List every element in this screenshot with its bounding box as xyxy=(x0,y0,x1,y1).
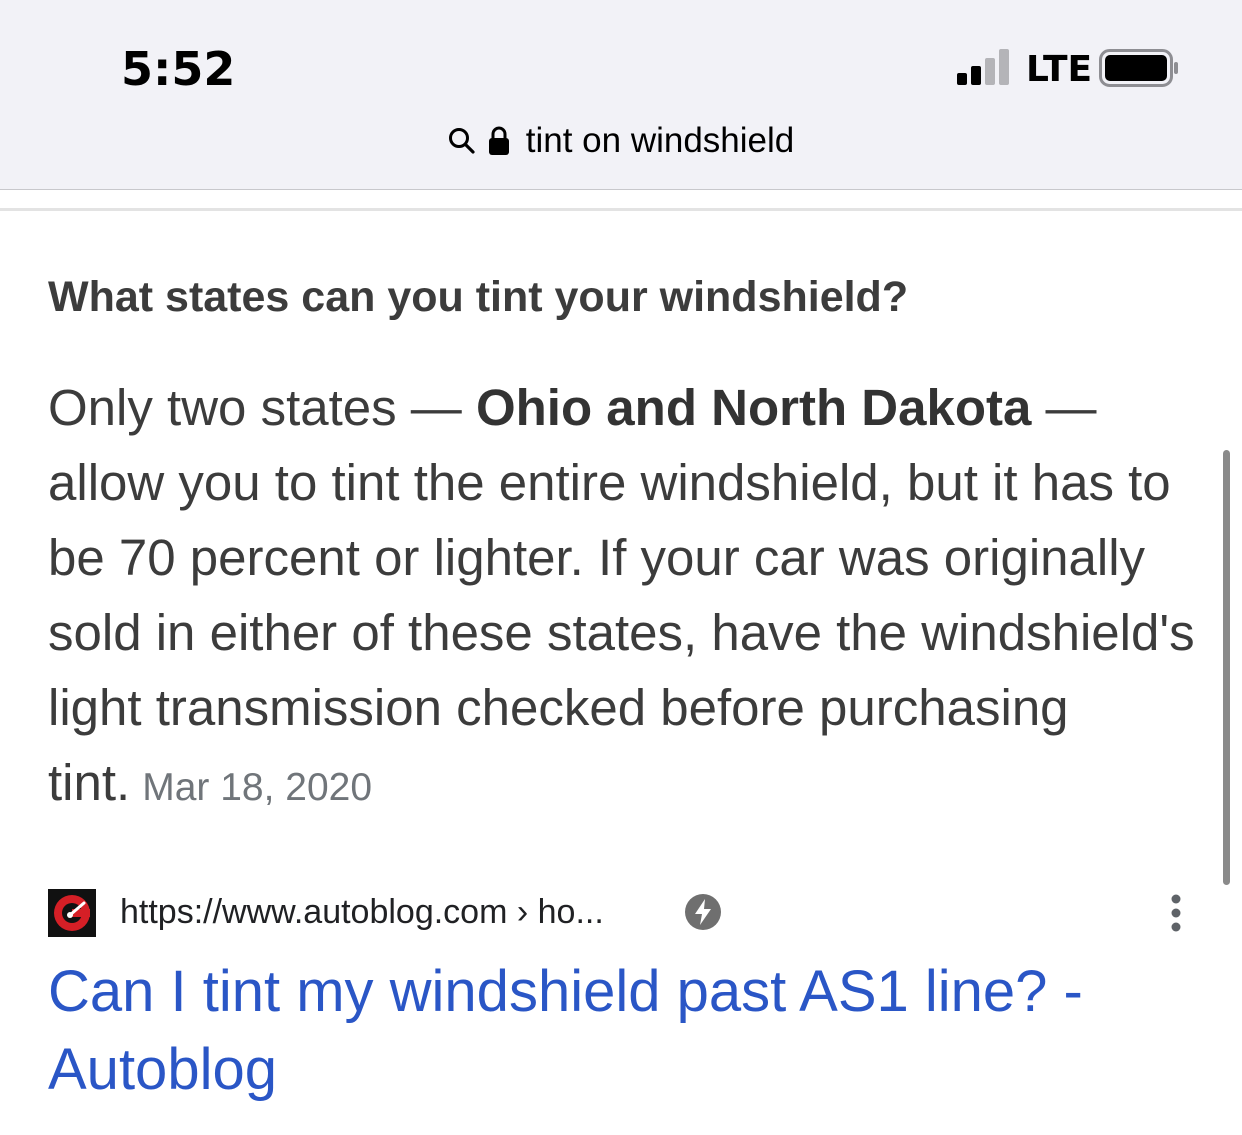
browser-top-bar: 5:52 LTE tint on windshield xyxy=(0,0,1242,190)
answer-suffix: — allow you to tint the entire windshiel… xyxy=(48,379,1195,811)
lock-icon xyxy=(488,126,509,155)
divider xyxy=(0,208,1242,211)
snippet-question: What states can you tint your windshield… xyxy=(48,273,909,321)
answer-prefix: Only two states — xyxy=(48,379,476,436)
result-source-url[interactable]: https://www.autoblog.com › ho... xyxy=(120,893,604,932)
answer-highlight: Ohio and North Dakota xyxy=(475,379,1032,436)
search-icon xyxy=(448,128,475,154)
more-vert-icon[interactable] xyxy=(1166,893,1186,933)
snippet-answer: Only two states — Ohio and North Dakota … xyxy=(48,370,1218,825)
address-bar-text: tint on windshield xyxy=(525,121,795,160)
amp-lightning-icon xyxy=(685,894,721,930)
result-source-row[interactable]: https://www.autoblog.com › ho... xyxy=(48,887,1208,937)
cellular-signal-icon xyxy=(957,49,1009,85)
result-title-link[interactable]: Can I tint my windshield past AS1 line? … xyxy=(48,959,1083,1102)
battery-icon xyxy=(1099,49,1178,87)
address-bar[interactable]: tint on windshield xyxy=(0,118,1242,164)
autoblog-favicon-icon xyxy=(48,889,96,937)
result-title[interactable]: Can I tint my windshield past AS1 line? … xyxy=(48,953,1198,1109)
network-type: LTE xyxy=(1026,49,1093,90)
page: 5:52 LTE tint on windshield What states … xyxy=(0,0,1242,1135)
status-time: 5:52 xyxy=(121,42,236,96)
snippet-date: Mar 18, 2020 xyxy=(142,766,373,809)
scrollbar[interactable] xyxy=(1223,450,1230,885)
